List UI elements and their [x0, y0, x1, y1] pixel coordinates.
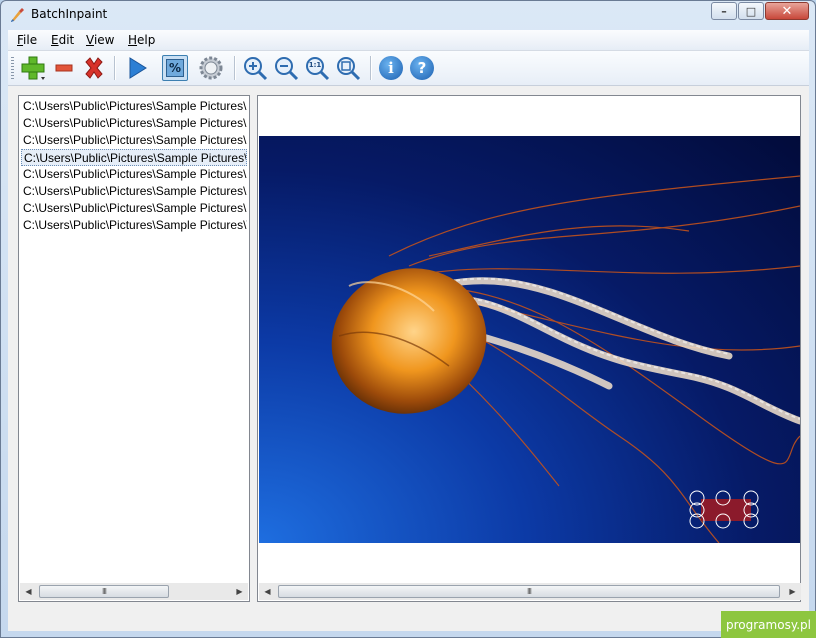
zoom-fit-icon[interactable] — [335, 55, 361, 81]
watermark-badge: programosy.pl — [721, 611, 816, 638]
client-area: File Edit View Help % 1:1 i ? C:\Users\P… — [8, 30, 816, 638]
toolbar-separator — [114, 56, 116, 80]
maximize-button[interactable]: □ — [738, 2, 764, 20]
menu-help[interactable]: Help — [128, 33, 155, 47]
close-button[interactable]: ✕ — [765, 2, 809, 20]
image-view-scrollbar[interactable]: ◀ III ▶ — [259, 583, 801, 600]
list-item[interactable]: C:\Users\Public\Pictures\Sample Pictures… — [21, 132, 247, 149]
zoom-in-icon[interactable] — [242, 55, 268, 81]
list-item[interactable]: C:\Users\Public\Pictures\Sample Pictures… — [21, 115, 247, 132]
file-list-scrollbar[interactable]: ◀ III ▶ — [20, 583, 248, 600]
list-item[interactable]: C:\Users\Public\Pictures\Sample Pictures… — [21, 200, 247, 217]
close-icon: ✕ — [781, 3, 793, 19]
play-icon[interactable] — [124, 55, 150, 81]
status-bar: programosy.pl — [8, 608, 816, 638]
help-button[interactable]: ? — [409, 55, 435, 81]
minimize-button[interactable]: – — [711, 2, 737, 20]
toolbar-separator — [370, 56, 372, 80]
list-item[interactable]: C:\Users\Public\Pictures\Sample Pictures… — [21, 217, 247, 234]
help-icon: ? — [410, 56, 434, 80]
menu-file[interactable]: File — [17, 33, 37, 47]
list-item-selected[interactable]: C:\Users\Public\Pictures\Sample Pictures… — [21, 149, 247, 166]
zoom-actual-button[interactable]: 1:1 — [304, 55, 330, 81]
add-icon[interactable] — [20, 55, 46, 81]
menu-edit[interactable]: Edit — [51, 33, 74, 47]
toolbar: % 1:1 i ? — [8, 51, 809, 86]
image-view[interactable]: ◀ III ▶ — [257, 95, 801, 602]
file-list[interactable]: C:\Users\Public\Pictures\Sample Pictures… — [18, 95, 250, 602]
window-title: BatchInpaint — [31, 7, 108, 21]
scroll-right-icon[interactable]: ▶ — [784, 583, 801, 600]
toolbar-separator — [234, 56, 236, 80]
percent-button[interactable]: % — [162, 55, 188, 81]
scroll-right-icon[interactable]: ▶ — [231, 583, 248, 600]
toolbar-grip[interactable] — [11, 57, 14, 79]
menu-bar: File Edit View Help — [8, 30, 809, 51]
info-button[interactable]: i — [378, 55, 404, 81]
minimize-icon: – — [721, 4, 727, 18]
scroll-thumb[interactable]: III — [39, 585, 169, 598]
menu-view[interactable]: View — [86, 33, 114, 47]
scroll-left-icon[interactable]: ◀ — [259, 583, 276, 600]
info-icon: i — [379, 56, 403, 80]
zoom-actual-label: 1:1 — [308, 61, 322, 69]
remove-icon[interactable] — [51, 55, 77, 81]
percent-icon: % — [166, 59, 184, 77]
list-item[interactable]: C:\Users\Public\Pictures\Sample Pictures… — [21, 166, 247, 183]
scroll-left-icon[interactable]: ◀ — [20, 583, 37, 600]
scroll-thumb[interactable]: III — [278, 585, 780, 598]
app-window: BatchInpaint – □ ✕ File Edit View Help %… — [0, 0, 816, 638]
list-item[interactable]: C:\Users\Public\Pictures\Sample Pictures… — [21, 98, 247, 115]
zoom-out-icon[interactable] — [273, 55, 299, 81]
jellyfish-illustration — [331, 175, 800, 543]
list-item[interactable]: C:\Users\Public\Pictures\Sample Pictures… — [21, 183, 247, 200]
jellyfish-image[interactable] — [259, 136, 800, 543]
title-bar[interactable]: BatchInpaint – □ ✕ — [1, 1, 815, 29]
settings-icon[interactable] — [198, 55, 224, 81]
inpaint-mask[interactable] — [689, 490, 759, 529]
maximize-icon: □ — [745, 4, 757, 18]
delete-icon[interactable] — [81, 55, 107, 81]
brush-icon — [11, 8, 24, 22]
